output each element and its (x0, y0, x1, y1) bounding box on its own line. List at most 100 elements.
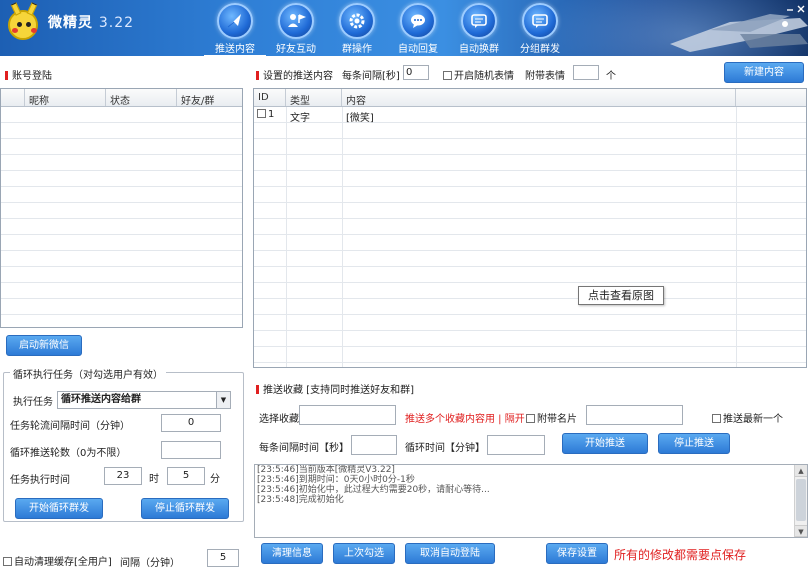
chevron-down-icon[interactable]: ▼ (216, 392, 230, 408)
random-emoji-checkbox[interactable]: 开启随机表情 (443, 67, 514, 82)
view-original-tooltip[interactable]: 点击查看原图 (578, 286, 664, 305)
account-grid[interactable]: 昵称 状态 好友/群 (0, 88, 243, 328)
random-emoji-label: 开启随机表情 (454, 71, 514, 82)
chat-lines-icon (522, 3, 558, 39)
scroll-up-icon[interactable]: ▲ (795, 465, 807, 477)
nav-label: 自动回复 (398, 44, 438, 55)
account-grid-body (1, 107, 242, 327)
minute-unit: 分 (210, 474, 220, 485)
chat-bubble-icon (400, 3, 436, 39)
clear-info-button[interactable]: 清理信息 (261, 543, 323, 564)
fav-loop-input[interactable] (487, 435, 545, 455)
user-flag-icon (278, 3, 314, 39)
rotate-interval-input[interactable]: 0 (161, 414, 221, 432)
app-name: 微精灵 (48, 15, 93, 31)
nav-group-operations[interactable]: 群操作 (326, 3, 388, 55)
nav-label: 好友互动 (276, 44, 316, 55)
checkbox-icon[interactable] (3, 557, 12, 566)
nav-group-broadcast[interactable]: 分组群发 (509, 3, 571, 55)
column-nickname[interactable]: 昵称 (25, 89, 106, 106)
paper-plane-icon (217, 3, 253, 39)
rotate-interval-label: 任务轮流间隔时间（分钟） (10, 421, 130, 432)
attach-emoji-input[interactable] (573, 65, 599, 80)
push-latest-label: 推送最新一个 (723, 414, 783, 425)
fav-interval-label: 每条间隔时间【秒】 (259, 443, 349, 454)
table-row[interactable]: 1 文字 [微笑] (254, 107, 806, 124)
log-line: [23:5:46]到期时间：0天0小时0分-1秒 (257, 475, 415, 485)
nav-label: 分组群发 (520, 44, 560, 55)
column-status[interactable]: 状态 (106, 89, 177, 106)
stop-push-button[interactable]: 停止推送 (658, 433, 730, 454)
last-check-button[interactable]: 上次勾选 (333, 543, 395, 564)
account-section-title: 账号登陆 (5, 67, 52, 82)
loop-rounds-input[interactable] (161, 441, 221, 459)
fav-loop-label: 循环时间【分钟】 (405, 443, 485, 454)
checkbox-icon[interactable] (526, 414, 535, 423)
nav-auto-reply[interactable]: 自动回复 (387, 3, 449, 55)
clear-interval-input[interactable]: 5 (207, 549, 239, 567)
attach-card-label: 附带名片 (537, 414, 577, 425)
attach-emoji-unit: 个 (606, 71, 616, 82)
log-line: [23:5:46]当前版本[微精灵V3.22] (257, 465, 395, 475)
loop-task-title: 循环执行任务（对勾选用户有效） (10, 366, 166, 381)
row-type: 文字 (290, 113, 310, 124)
column-type[interactable]: 类型 (286, 89, 342, 106)
start-push-button[interactable]: 开始推送 (562, 433, 648, 454)
start-new-wechat-button[interactable]: 启动新微信 (6, 335, 82, 356)
exec-time-label: 任务执行时间 (10, 475, 70, 486)
app-title: 微精灵 3.22 (48, 12, 134, 32)
push-section-title: 设置的推送内容 (256, 67, 333, 82)
checkbox-icon[interactable] (712, 414, 721, 423)
push-content-grid[interactable]: ID 类型 内容 1 文字 [微笑] (253, 88, 807, 368)
fav-interval-input[interactable] (351, 435, 397, 455)
new-content-button[interactable]: 新建内容 (724, 62, 804, 83)
attach-card-input[interactable] (586, 405, 683, 425)
nav-friend-interaction[interactable]: 好友互动 (265, 3, 327, 55)
log-line: [23:5:48]完成初始化 (257, 495, 344, 505)
push-interval-input[interactable]: 0 (403, 65, 429, 80)
scroll-thumb[interactable] (796, 479, 806, 521)
row-checkbox[interactable] (257, 109, 266, 118)
task-select[interactable]: 循环推送内容给群 ▼ (57, 391, 231, 409)
column-friends-groups[interactable]: 好友/群 (177, 89, 242, 106)
column-id[interactable]: ID (254, 89, 286, 106)
auto-clear-checkbox[interactable]: 自动清理缓存[全用户] (3, 553, 112, 567)
log-line: [23:5:46]初始化中，此过程大约需要20秒，请耐心等待... (257, 485, 490, 495)
chat-lines-icon (461, 3, 497, 39)
push-latest-checkbox[interactable]: 推送最新一个 (712, 410, 783, 425)
app-version: 3.22 (98, 15, 135, 31)
auto-clear-label: 自动清理缓存[全用户] (14, 557, 112, 567)
task-label: 执行任务 (13, 397, 53, 408)
hour-input[interactable]: 23 (104, 467, 142, 485)
nav-label: 自动换群 (459, 44, 499, 55)
scroll-down-icon[interactable]: ▼ (795, 525, 807, 537)
clear-interval-label: 间隔（分钟） (120, 558, 180, 567)
save-settings-button[interactable]: 保存设置 (546, 543, 608, 564)
push-grid-header: ID 类型 内容 (254, 89, 806, 107)
row-id-cell[interactable]: 1 (257, 109, 274, 120)
attach-emoji-label: 附带表情 (525, 71, 565, 82)
loop-rounds-label: 循环推送轮数（0为不限） (10, 448, 127, 459)
task-select-value: 循环推送内容给群 (61, 394, 141, 405)
row-id: 1 (268, 109, 275, 120)
cancel-auto-login-button[interactable]: 取消自动登陆 (405, 543, 495, 564)
nav-label: 群操作 (342, 44, 372, 55)
log-scrollbar[interactable]: ▲ ▼ (794, 465, 807, 537)
hour-unit: 时 (149, 474, 159, 485)
log-output[interactable]: [23:5:46]当前版本[微精灵V3.22] [23:5:46]到期时间：0天… (254, 464, 808, 538)
spaceship-graphic (670, 14, 808, 52)
nav-label: 推送内容 (204, 40, 266, 56)
nav-auto-switch-group[interactable]: 自动换群 (448, 3, 510, 55)
attach-card-checkbox[interactable]: 附带名片 (526, 410, 577, 425)
checkbox-icon[interactable] (443, 71, 452, 80)
start-loop-button[interactable]: 开始循环群发 (15, 498, 103, 519)
window-controls-icon[interactable] (786, 4, 806, 14)
column-content[interactable]: 内容 (342, 89, 736, 106)
minute-input[interactable]: 5 (167, 467, 205, 485)
stop-loop-button[interactable]: 停止循环群发 (141, 498, 229, 519)
select-favorite-input[interactable] (299, 405, 396, 425)
account-grid-header: 昵称 状态 好友/群 (1, 89, 242, 107)
push-interval-label: 每条间隔[秒] (342, 71, 400, 82)
favorites-section-title: 推送收藏 [支持同时推送好友和群] (256, 381, 414, 396)
nav-push-content[interactable]: 推送内容 (204, 3, 266, 56)
